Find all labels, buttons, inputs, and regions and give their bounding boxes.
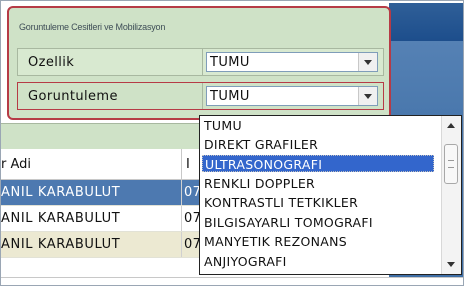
cell-name: ANIL KARABULUT [1,237,121,252]
dropdown-option[interactable]: DIREKT GRAFILER [202,136,434,153]
filter-panel: Goruntuleme Cesitleri ve Mobilizasyon Oz… [7,6,391,120]
scroll-thumb[interactable] [444,144,458,184]
panel-title: Goruntuleme Cesitleri ve Mobilizasyon [19,22,166,32]
header-bar [389,3,463,41]
dropdown-scrollbar[interactable] [441,116,461,274]
goruntuleme-value: TUMU [210,89,250,104]
goruntuleme-select[interactable]: TUMU [206,86,378,106]
ozellik-row: Ozellik TUMU [17,48,384,76]
ozellik-label: Ozellik [28,55,75,70]
scroll-up-icon[interactable] [442,116,460,134]
dropdown-option-selected[interactable]: ULTRASONOGRAFI [202,155,434,172]
column-header-name[interactable]: r Adi [1,157,31,172]
scroll-down-icon[interactable] [442,256,460,274]
goruntuleme-row: Goruntuleme TUMU [17,82,384,110]
dropdown-option[interactable]: KONTRASTLI TETKIKLER [202,194,434,211]
dropdown-option[interactable]: ANJIYOGRAFI [202,253,434,270]
ozellik-value: TUMU [210,55,250,70]
cell-name: ANIL KARABULUT [1,211,121,226]
app-window: Goruntuleme Cesitleri ve Mobilizasyon Oz… [0,0,464,286]
cell-name: ANIL KARABULUT [1,185,121,200]
dropdown-option[interactable]: BILGISAYARLI TOMOGRAFI [202,214,434,231]
dropdown-option[interactable]: MANYETIK REZONANS [202,233,434,250]
ozellik-select[interactable]: TUMU [206,52,378,72]
dropdown-option[interactable]: RENKLI DOPPLER [202,175,434,192]
chevron-down-icon[interactable] [358,87,377,105]
column-header-code[interactable]: I [186,157,190,172]
goruntuleme-label: Goruntuleme [28,89,118,104]
goruntuleme-dropdown-list[interactable]: TUMU DIREKT GRAFILER ULTRASONOGRAFI RENK… [199,115,462,275]
status-strip [1,277,463,285]
chevron-down-icon[interactable] [358,53,377,71]
dropdown-option[interactable]: TUMU [202,117,434,134]
